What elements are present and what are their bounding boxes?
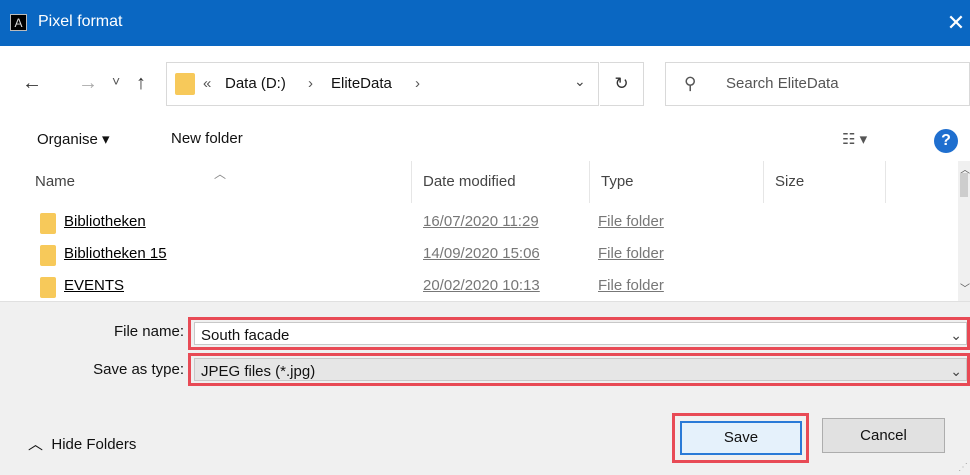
list-item[interactable]: Bibliotheken 16/07/2020 11:29 File folde… <box>0 207 958 239</box>
overflow-chevron-icon[interactable]: « <box>203 75 211 92</box>
close-icon[interactable]: ✕ <box>942 10 970 36</box>
breadcrumb-data-drive[interactable]: Data (D:) <box>225 75 286 92</box>
list-item[interactable]: Bibliotheken 15 14/09/2020 15:06 File fo… <box>0 239 958 271</box>
scroll-thumb[interactable] <box>960 173 968 197</box>
address-bar[interactable]: « Data (D:) › EliteData › ⌄ <box>166 62 599 106</box>
chevron-down-icon[interactable]: ⌄ <box>950 327 962 344</box>
scroll-down-icon[interactable]: ﹀ <box>960 280 970 295</box>
recent-locations-icon[interactable]: ˅ <box>112 73 120 89</box>
hide-folders-label: Hide Folders <box>51 436 137 453</box>
file-type: File folder <box>598 213 664 230</box>
column-header-type[interactable]: Type <box>590 161 764 203</box>
toolbar: Organise ▾ New folder ☷ ▾ ? <box>0 121 970 161</box>
refresh-icon[interactable]: ↻ <box>600 62 644 106</box>
view-options-icon[interactable]: ☷ ▾ <box>842 130 867 148</box>
breadcrumb-elitedata[interactable]: EliteData <box>331 75 392 92</box>
file-list: Name ︿ Date modified Type Size Bibliothe… <box>0 161 970 302</box>
search-icon: ⚲ <box>684 74 697 93</box>
file-type: File folder <box>598 245 664 262</box>
chevron-up-icon: ︿ <box>28 436 44 453</box>
file-name-value[interactable]: South facade <box>201 327 289 344</box>
title-bar: A Pixel format ✕ <box>0 0 970 46</box>
file-name[interactable]: Bibliotheken 15 <box>64 245 167 262</box>
breadcrumb-separator-icon: › <box>308 75 313 92</box>
folder-icon <box>40 277 56 298</box>
save-type-value[interactable]: JPEG files (*.jpg) <box>201 363 315 380</box>
organise-menu[interactable]: Organise ▾ <box>37 130 110 148</box>
folder-icon <box>40 245 56 266</box>
list-item[interactable]: EVENTS 20/02/2020 10:13 File folder <box>0 271 958 303</box>
folder-icon <box>40 213 56 234</box>
chevron-down-icon[interactable]: ⌄ <box>950 363 962 380</box>
window-title: Pixel format <box>38 13 123 30</box>
address-row: ← → ˅ ↑ « Data (D:) › EliteData › ⌄ ↻ ⚲ … <box>0 46 970 121</box>
help-icon[interactable]: ? <box>934 129 958 153</box>
file-date: 20/02/2020 10:13 <box>423 277 540 294</box>
cancel-button[interactable]: Cancel <box>822 418 945 453</box>
app-icon: A <box>10 14 27 31</box>
save-type-label: Save as type: <box>93 361 184 378</box>
hide-folders-button[interactable]: ︿ Hide Folders <box>28 433 136 454</box>
search-input[interactable]: ⚲ Search EliteData <box>665 62 970 106</box>
resize-grip-icon[interactable]: ⋰ <box>958 462 968 473</box>
file-name[interactable]: Bibliotheken <box>64 213 146 230</box>
sort-ascending-icon: ︿ <box>214 167 227 181</box>
file-type: File folder <box>598 277 664 294</box>
vertical-scrollbar[interactable]: ︿ ﹀ <box>958 161 970 301</box>
up-arrow-icon[interactable]: ↑ <box>136 72 146 95</box>
new-folder-button[interactable]: New folder <box>171 130 243 147</box>
file-name[interactable]: EVENTS <box>64 277 124 294</box>
back-arrow-icon[interactable]: ← <box>22 72 42 95</box>
file-name-label: File name: <box>113 323 184 340</box>
search-placeholder: Search EliteData <box>726 75 839 92</box>
save-type-select[interactable]: JPEG files (*.jpg) ⌄ <box>188 353 970 386</box>
address-dropdown-icon[interactable]: ⌄ <box>574 73 586 90</box>
breadcrumb-separator-icon: › <box>415 75 420 92</box>
folder-icon <box>175 73 195 95</box>
save-button[interactable]: Save <box>680 421 802 455</box>
forward-arrow-icon[interactable]: → <box>78 72 98 95</box>
column-header-size[interactable]: Size <box>764 161 886 203</box>
column-header-date[interactable]: Date modified <box>412 161 590 203</box>
file-date: 16/07/2020 11:29 <box>423 213 539 230</box>
file-date: 14/09/2020 15:06 <box>423 245 540 262</box>
save-highlight: Save <box>672 413 809 463</box>
file-name-field[interactable]: South facade ⌄ <box>188 317 970 350</box>
